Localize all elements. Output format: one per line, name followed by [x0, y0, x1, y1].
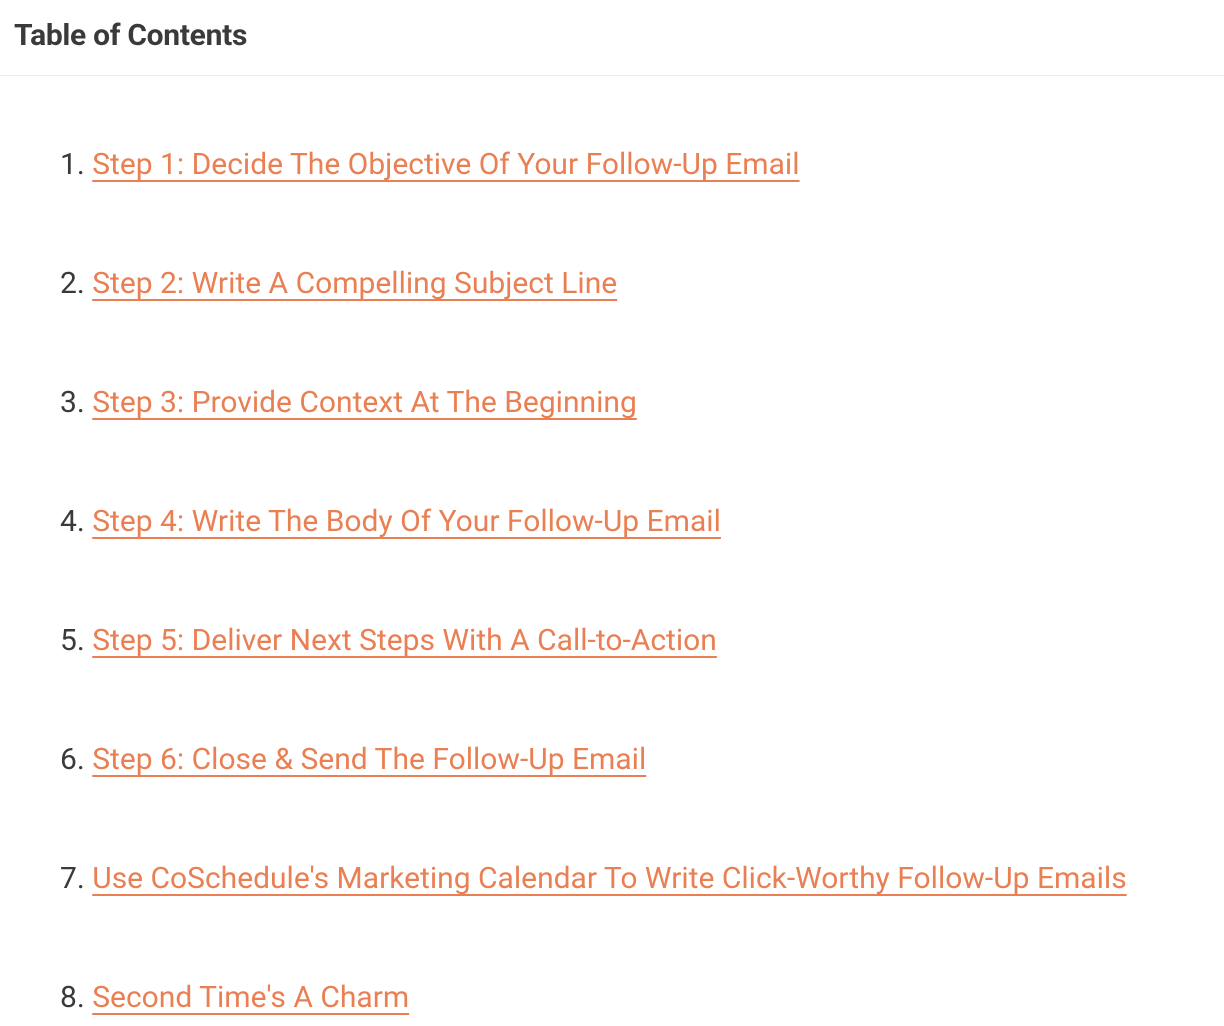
toc-item: Step 5: Deliver Next Steps With A Call-t… [60, 612, 1164, 669]
toc-link-coschedule[interactable]: Use CoSchedule's Marketing Calendar To W… [92, 861, 1126, 896]
toc-link-step-3[interactable]: Step 3: Provide Context At The Beginning [92, 385, 637, 420]
toc-link-step-5[interactable]: Step 5: Deliver Next Steps With A Call-t… [92, 623, 717, 658]
toc-title: Table of Contents [14, 18, 1210, 53]
toc-link-step-6[interactable]: Step 6: Close & Send The Follow-Up Email [92, 742, 646, 777]
toc-item: Step 3: Provide Context At The Beginning [60, 374, 1164, 431]
toc-item: Step 1: Decide The Objective Of Your Fol… [60, 136, 1164, 193]
toc-link-second-time[interactable]: Second Time's A Charm [92, 980, 409, 1015]
toc-item: Step 2: Write A Compelling Subject Line [60, 255, 1164, 312]
toc-item: Step 6: Close & Send The Follow-Up Email [60, 731, 1164, 788]
toc-container: Step 1: Decide The Objective Of Your Fol… [0, 76, 1224, 1026]
toc-link-step-1[interactable]: Step 1: Decide The Objective Of Your Fol… [92, 147, 799, 182]
toc-link-step-4[interactable]: Step 4: Write The Body Of Your Follow-Up… [92, 504, 721, 539]
toc-link-step-2[interactable]: Step 2: Write A Compelling Subject Line [92, 266, 617, 301]
toc-header: Table of Contents [0, 0, 1224, 76]
toc-list: Step 1: Decide The Objective Of Your Fol… [60, 136, 1164, 1026]
toc-item: Use CoSchedule's Marketing Calendar To W… [60, 850, 1164, 907]
toc-item: Second Time's A Charm [60, 969, 1164, 1026]
toc-item: Step 4: Write The Body Of Your Follow-Up… [60, 493, 1164, 550]
